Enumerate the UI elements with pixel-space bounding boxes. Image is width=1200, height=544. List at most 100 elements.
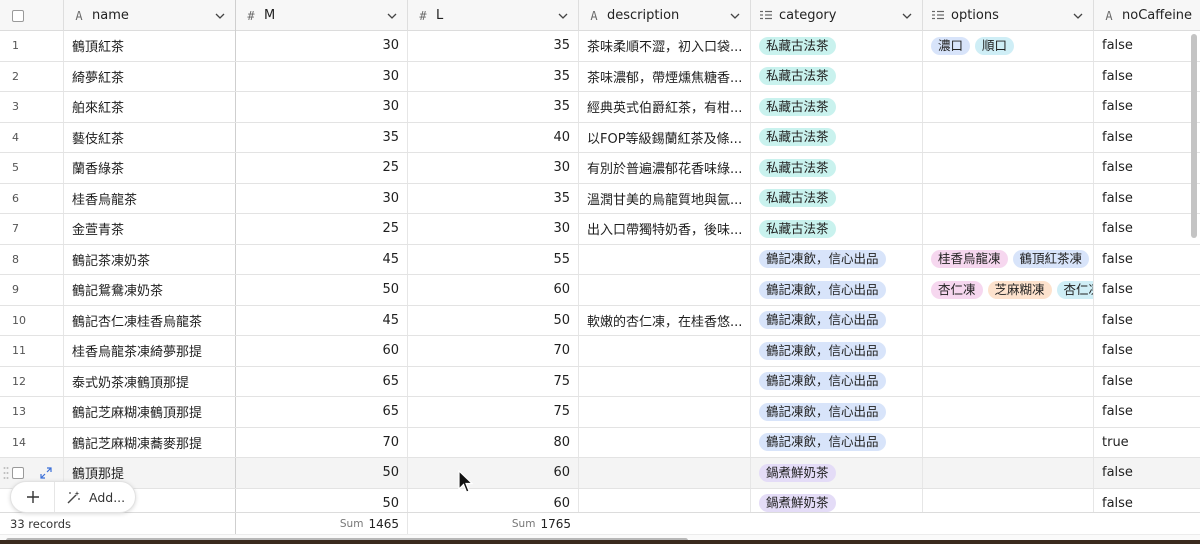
table-row[interactable]: 9鶴記鴛鴦凍奶茶5060鶴記凍飲，信心出品杏仁凍芝麻糊凍杏仁凍false <box>0 275 1200 306</box>
chevron-down-icon[interactable] <box>728 9 742 23</box>
description-cell[interactable] <box>579 458 751 488</box>
category-cell[interactable]: 鶴記凍飲，信心出品 <box>751 397 923 427</box>
table-row[interactable]: 2 綺夢紅茶 30 35 茶味濃郁，帶煙燻焦糖香... 私藏古法茶 false <box>0 61 1200 92</box>
column-header-nocaffeine[interactable]: A noCaffeine <box>1094 0 1200 31</box>
l-price-cell[interactable]: 75 <box>408 366 579 396</box>
nocaffeine-cell[interactable]: false <box>1094 397 1200 427</box>
row-number-cell[interactable]: 3 <box>0 92 64 122</box>
m-price-cell[interactable]: 65 <box>236 366 408 396</box>
name-cell[interactable]: 鶴記杏仁凍桂香烏龍茶 <box>64 305 236 335</box>
options-cell[interactable] <box>923 61 1094 91</box>
table-row[interactable]: 12 泰式奶茶凍鶴頂那提 65 75 鶴記凍飲，信心出品 false <box>0 366 1200 397</box>
nocaffeine-cell[interactable]: false <box>1094 153 1200 183</box>
row-number-cell[interactable]: 5 <box>0 153 64 183</box>
l-price-cell[interactable]: 35 <box>408 61 579 91</box>
chevron-down-icon[interactable] <box>1071 9 1085 23</box>
table-row[interactable]: 4 藝伎紅茶 35 40 以FOP等級錫蘭紅茶及條... 私藏古法茶 false <box>0 122 1200 153</box>
category-cell[interactable]: 鶴記凍飲，信心出品 <box>751 305 923 335</box>
chevron-down-icon[interactable] <box>556 9 570 23</box>
m-price-cell[interactable]: 45 <box>236 305 408 335</box>
options-cell[interactable] <box>923 92 1094 122</box>
row-number-cell[interactable]: 12 <box>0 366 64 396</box>
description-cell[interactable]: 有別於普遍濃郁花香味綠... <box>579 153 751 183</box>
nocaffeine-cell[interactable]: false <box>1094 31 1200 61</box>
options-cell[interactable]: 濃口 順口 <box>923 31 1094 61</box>
nocaffeine-cell[interactable]: true <box>1094 428 1200 458</box>
l-price-cell[interactable]: 35 <box>408 92 579 122</box>
row-number-cell[interactable]: 13 <box>0 397 64 427</box>
description-cell[interactable]: 溫潤甘美的烏龍質地與氤... <box>579 183 751 213</box>
m-price-cell[interactable]: 30 <box>236 183 408 213</box>
options-cell[interactable] <box>923 122 1094 152</box>
nocaffeine-cell[interactable]: false <box>1094 184 1200 214</box>
category-cell[interactable]: 私藏古法茶 <box>751 122 923 152</box>
row-number-cell[interactable]: 8 <box>0 244 64 274</box>
name-cell[interactable]: 金萱青茶 <box>64 214 236 244</box>
m-price-cell[interactable]: 45 <box>236 244 408 274</box>
m-price-cell[interactable]: 30 <box>236 61 408 91</box>
column-header-name[interactable]: A name <box>64 0 236 31</box>
add-record-button[interactable]: Add... <box>10 481 136 513</box>
l-price-cell[interactable]: 30 <box>408 153 579 183</box>
table-row[interactable]: 1 鶴頂紅茶 30 35 茶味柔順不澀，初入口袋... 私藏古法茶 濃口 順口 false <box>0 31 1200 62</box>
chevron-down-icon[interactable] <box>385 9 399 23</box>
description-cell[interactable]: 以FOP等級錫蘭紅茶及條... <box>579 122 751 152</box>
name-cell[interactable]: 綺夢紅茶 <box>64 61 236 91</box>
l-price-cell[interactable]: 75 <box>408 397 579 427</box>
category-cell[interactable]: 私藏古法茶 <box>751 183 923 213</box>
l-price-cell[interactable]: 60 <box>408 275 579 305</box>
row-number-cell[interactable]: 14 <box>0 427 64 457</box>
row-number-cell[interactable]: 2 <box>0 61 64 91</box>
m-price-cell[interactable]: 25 <box>236 153 408 183</box>
category-cell[interactable]: 鶴記凍飲，信心出品 <box>751 427 923 457</box>
column-header-options[interactable]: options <box>923 0 1094 31</box>
category-cell[interactable]: 鶴記凍飲，信心出品 <box>751 336 923 366</box>
m-price-cell[interactable]: 50 <box>236 275 408 305</box>
options-cell[interactable] <box>923 183 1094 213</box>
row-number-cell[interactable]: 11 <box>0 336 64 366</box>
name-cell[interactable]: 藝伎紅茶 <box>64 122 236 152</box>
options-cell[interactable] <box>923 458 1094 488</box>
description-cell[interactable] <box>579 336 751 366</box>
l-price-cell[interactable]: 60 <box>408 458 579 488</box>
l-price-cell[interactable]: 35 <box>408 31 579 61</box>
chevron-down-icon[interactable] <box>900 9 914 23</box>
table-row[interactable]: 3 舶來紅茶 30 35 經典英式伯爵紅茶，有柑... 私藏古法茶 false <box>0 92 1200 123</box>
vertical-scrollbar[interactable] <box>1191 34 1197 238</box>
l-price-cell[interactable]: 30 <box>408 214 579 244</box>
description-cell[interactable]: 茶味濃郁，帶煙燻焦糖香... <box>579 61 751 91</box>
l-price-cell[interactable]: 35 <box>408 183 579 213</box>
m-price-cell[interactable]: 30 <box>236 31 408 61</box>
select-all-checkbox[interactable] <box>12 9 24 22</box>
plus-icon[interactable] <box>11 482 55 512</box>
description-cell[interactable]: 軟嫩的杏仁凍，在桂香悠... <box>579 305 751 335</box>
column-header-l[interactable]: # L <box>408 0 579 31</box>
description-cell[interactable] <box>579 244 751 274</box>
column-header-description[interactable]: A description <box>579 0 751 31</box>
expand-record-icon[interactable] <box>40 467 52 479</box>
category-cell[interactable]: 私藏古法茶 <box>751 214 923 244</box>
description-cell[interactable]: 出入口帶獨特奶香，後味... <box>579 214 751 244</box>
description-cell[interactable]: 經典英式伯爵紅茶，有柑... <box>579 92 751 122</box>
nocaffeine-cell[interactable]: false <box>1094 275 1200 305</box>
description-cell[interactable] <box>579 397 751 427</box>
nocaffeine-cell[interactable]: false <box>1094 92 1200 122</box>
category-cell[interactable]: 鶴記凍飲，信心出品 <box>751 275 923 305</box>
category-cell[interactable]: 私藏古法茶 <box>751 31 923 61</box>
description-cell[interactable]: 茶味柔順不澀，初入口袋... <box>579 31 751 61</box>
table-row[interactable]: 6 桂香烏龍茶 30 35 溫潤甘美的烏龍質地與氤... 私藏古法茶 false <box>0 183 1200 214</box>
options-cell[interactable] <box>923 153 1094 183</box>
name-cell[interactable]: 鶴頂紅茶 <box>64 31 236 61</box>
l-price-cell[interactable]: 55 <box>408 244 579 274</box>
column-header-category[interactable]: category <box>751 0 923 31</box>
name-cell[interactable]: 桂香烏龍茶凍綺夢那提 <box>64 336 236 366</box>
category-cell[interactable]: 鍋煮鮮奶茶 <box>751 458 923 488</box>
name-cell[interactable]: 鶴記鴛鴦凍奶茶 <box>64 275 236 305</box>
name-cell[interactable]: 鶴記芝麻糊凍蕎麥那提 <box>64 427 236 457</box>
options-cell[interactable] <box>923 366 1094 396</box>
options-cell[interactable]: 桂香烏龍凍 鶴頂紅茶凍 <box>923 244 1094 274</box>
m-price-cell[interactable]: 65 <box>236 397 408 427</box>
category-cell[interactable]: 私藏古法茶 <box>751 61 923 91</box>
m-price-cell[interactable]: 30 <box>236 92 408 122</box>
options-cell[interactable]: 杏仁凍芝麻糊凍杏仁凍 <box>923 275 1094 305</box>
